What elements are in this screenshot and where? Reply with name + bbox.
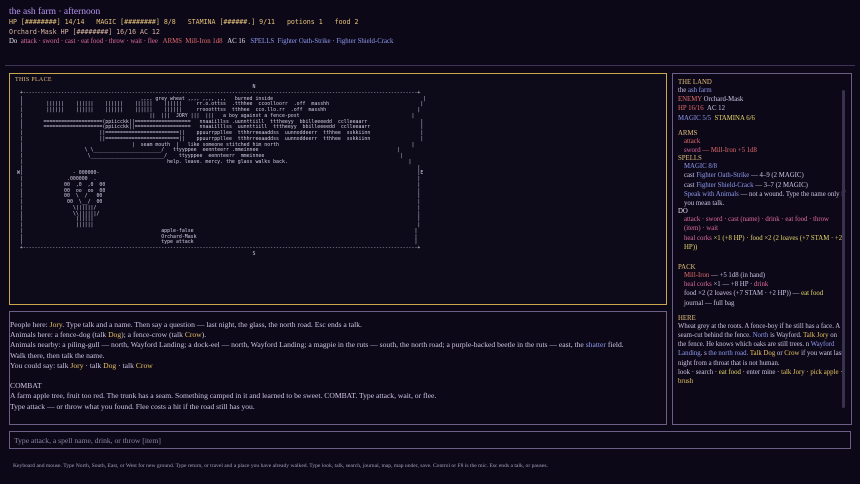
enemy-magic-line: MAGIC 5/5 STAMINA 6/6 xyxy=(678,114,755,122)
arms-heading: ARMS xyxy=(678,129,698,137)
log-line: Animals here: a fence-dog (talk Dog); a … xyxy=(10,330,207,340)
food-count: food 2 xyxy=(334,18,359,26)
status-bar: the ash farm · afternoon HP [########] 1… xyxy=(5,4,855,66)
side-panel: THE LAND the ash farm ENEMY Orchard-Mask… xyxy=(672,73,852,425)
do-actions-list[interactable]: attack · sword · cast (name) · drink · e… xyxy=(678,215,846,233)
do-actions[interactable]: attack · sword · cast · eat food · throw… xyxy=(21,38,158,45)
location-title: the ash farm · afternoon xyxy=(9,7,101,17)
do-heal-food[interactable]: heal corks ×1 (+8 HP) · food ×2 (2 loave… xyxy=(678,234,846,252)
spell-2[interactable]: cast Fighter Shield-Crack — 3–7 (2 MAGIC… xyxy=(678,181,846,190)
here-heading: HERE xyxy=(678,314,696,322)
player-stats-row: HP [########] 14/14 MAGIC [########] 8/8… xyxy=(9,18,851,28)
log-line: A farm apple tree, fruit too red. The tr… xyxy=(10,391,437,401)
map-panel: THIS PLACE N +--------------------------… xyxy=(9,73,667,305)
log-line: Animals nearby: a piling-gull — north, W… xyxy=(10,340,624,350)
enemy-stats-row: Orchard-Mask HP [########] 16/16 AC 12 xyxy=(9,27,160,36)
do-label: Do xyxy=(9,38,18,45)
log-line: Walk there, then talk the name. xyxy=(10,350,105,360)
spells-label: SPELLS xyxy=(250,38,275,45)
arms-value: Mill-Iron 1d8 xyxy=(185,38,223,45)
log-blank xyxy=(10,371,666,381)
arms-sword[interactable]: sword — Mill-Iron +5 1d8 xyxy=(678,146,846,155)
arms-label: ARMS xyxy=(162,38,182,45)
pack-food[interactable]: food ×2 (2 loaves (+7 STAM · +2 HP)) — e… xyxy=(678,289,846,298)
spells-heading: SPELLS xyxy=(678,155,702,163)
place-line: the ash farm xyxy=(678,87,712,94)
enemy-hp-line: HP 16/16 AC 12 xyxy=(678,105,725,113)
magic-bar: MAGIC [########] 8/8 xyxy=(96,18,176,26)
enemy-line: ENEMY Orchard-Mask xyxy=(678,96,744,104)
hp-bar: HP [########] 14/14 xyxy=(9,18,85,26)
pack-heal-corks[interactable]: heal corks ×1 — +8 HP · drink xyxy=(678,280,846,289)
ascii-map: N +-------------------------------------… xyxy=(16,84,427,257)
spell-3[interactable]: Speak with Animals — not a wound. Type t… xyxy=(678,190,846,208)
pack-mill-iron[interactable]: Mill-Iron — +5 1d8 (in hand) xyxy=(678,271,846,280)
pack-heading: PACK xyxy=(678,264,696,272)
side-scrollbar[interactable] xyxy=(842,90,845,408)
spells-magic: MAGIC 8/8 xyxy=(684,163,718,171)
log-line: People here: Jory. Type talk and a name.… xyxy=(10,320,362,329)
here-actions[interactable]: look · search · eat food · enter mine · … xyxy=(678,368,846,386)
arms-attack[interactable]: attack xyxy=(678,137,846,146)
ac-label: AC 16 xyxy=(227,38,246,45)
spells-value[interactable]: Fighter Oath-Strike · Fighter Shield-Cra… xyxy=(278,38,394,45)
message-log: People here: Jory. Type talk and a name.… xyxy=(9,311,667,425)
map-label: THIS PLACE xyxy=(15,77,52,83)
land-heading: THE LAND xyxy=(678,79,712,86)
actions-row: Do attack · sword · cast · eat food · th… xyxy=(9,37,851,47)
stamina-bar: STAMINA [######.] 9/11 xyxy=(187,18,276,26)
log-line: Type attack — or throw what you found. F… xyxy=(10,401,255,411)
here-description: Wheat grey at the roots. A fence-boy if … xyxy=(678,322,844,367)
log-line: You could say: talk Jory · talk Dog · ta… xyxy=(10,360,153,370)
combat-heading: COMBAT xyxy=(10,381,42,391)
command-input[interactable]: Type attack, a spell name, drink, or thr… xyxy=(9,431,851,449)
spell-1[interactable]: cast Fighter Oath-Strike — 4–9 (2 MAGIC) xyxy=(678,171,846,180)
pack-journal[interactable]: journal — full bag xyxy=(678,299,846,308)
do-heading: DO xyxy=(678,208,688,216)
potions-count: potions 1 xyxy=(286,18,323,26)
help-text: Keyboard and mouse. Type North, South, E… xyxy=(13,463,548,469)
place-name: ash farm xyxy=(688,87,712,94)
